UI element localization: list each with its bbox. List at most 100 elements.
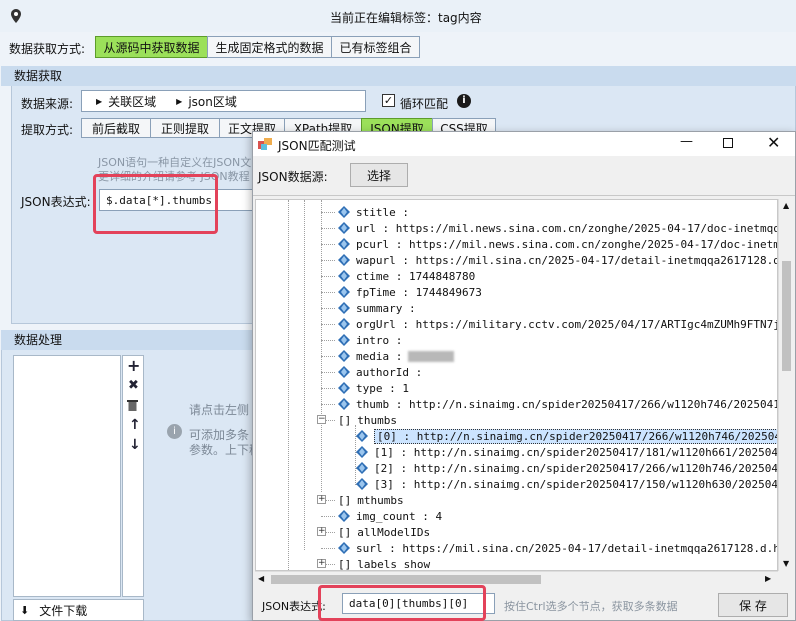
move-up-icon[interactable]: ↑ [129,417,141,433]
scroll-right-icon[interactable]: ▶ [765,574,771,583]
save-button[interactable]: 保 存 [718,593,788,617]
expand-icon[interactable]: + [317,559,326,568]
tab-from-source[interactable]: 从源码中获取数据 [95,36,208,58]
json-expr-label: JSON表达式: [21,195,91,209]
scroll-up-icon[interactable]: ▲ [783,201,789,210]
close-icon[interactable]: ✕ [767,133,780,152]
tab-existing-combo[interactable]: 已有标签组合 [331,36,420,58]
tree-node[interactable]: ctime : 1744848780 [338,268,475,284]
tree-node-text: type : 1 [356,381,409,395]
tree-connector [321,308,335,309]
expand-icon[interactable]: + [317,495,326,504]
tree-vscrollbar[interactable]: ▲ ▼ [778,199,794,571]
array-icon: [] [338,493,352,507]
tree-node[interactable]: surl : https://mil.sina.cn/2025-04-17/de… [338,540,777,556]
dialog-expr-label: JSON表达式: [262,600,326,613]
info-icon[interactable]: i [457,94,471,108]
tree-node[interactable]: thumb : http://n.sinaimg.cn/spider202504… [338,396,777,412]
tree-node-text: img_count : 4 [356,509,443,523]
tree-connector [321,260,335,261]
tree-node[interactable]: img_count : 4 [338,508,442,524]
crumb-json-area[interactable]: json区域 [188,93,237,110]
choose-button[interactable]: 选择 [350,163,408,187]
tree-node-text: wapurl : https://mil.sina.cn/2025-04-17/… [356,253,778,267]
value-node-icon [338,510,350,522]
json-tree[interactable]: stitle : url : https://mil.news.sina.com.… [255,199,778,571]
tree-connector [321,356,335,357]
tree-node[interactable]: summary : [338,300,416,316]
dialog-title: JSON匹配测试 [278,139,356,153]
location-pin-icon [11,9,21,23]
tree-node[interactable]: [] mthumbs [338,492,404,508]
dialog-hint: 按住Ctrl选多个节点，获取多条数据 [504,600,678,613]
minimize-icon[interactable]: — [680,134,693,149]
trash-icon[interactable] [127,399,138,411]
crumb-related-area[interactable]: 关联区域 [108,93,156,110]
tree-node[interactable]: wapurl : https://mil.sina.cn/2025-04-17/… [338,252,778,268]
tree-node[interactable]: [1] : http://n.sinaimg.cn/spider20250417… [356,444,777,460]
tree-node[interactable]: stitle : [338,204,409,220]
tree-connector [321,340,335,341]
fetch-mode-label: 数据获取方式: [9,42,86,56]
value-node-icon [338,382,350,394]
tree-connector [321,324,335,325]
hscroll-thumb[interactable] [271,575,541,584]
dialog-divider [253,195,795,196]
array-icon: [] [338,413,352,427]
tree-node-text: authorId : [356,365,423,379]
tree-connector [321,276,335,277]
collapse-icon[interactable]: − [317,415,326,424]
tree-node[interactable]: orgUrl : https://military.cctv.com/2025/… [338,316,777,332]
crumb-arrow-icon: ▶ [176,96,183,106]
loop-match-checkbox[interactable]: ✓ [382,94,395,107]
tree-node-text: mthumbs [357,493,404,507]
value-node-icon [338,238,350,250]
value-node-icon [338,334,350,346]
scroll-down-icon[interactable]: ▼ [783,559,789,568]
scroll-thumb[interactable] [782,261,791,371]
value-node-icon [338,398,350,410]
tree-node[interactable]: [3] : http://n.sinaimg.cn/spider20250417… [356,476,777,492]
tree-node[interactable]: authorId : [338,364,422,380]
process-list[interactable] [13,355,121,597]
array-icon: [] [338,525,352,539]
tree-guide [288,200,289,570]
tree-node[interactable]: [0] : http://n.sinaimg.cn/spider20250417… [356,428,777,444]
download-bar[interactable]: ⬇ 文件下载 [13,599,144,621]
tree-node[interactable]: pcurl : https://mil.news.sina.com.cn/zon… [338,236,777,252]
tree-node[interactable]: [] allModelIDs [338,524,430,540]
scroll-left-icon[interactable]: ◀ [258,574,264,583]
tree-node[interactable]: [] labels_show [338,556,430,571]
tab-method-prefix-suffix[interactable]: 前后截取 [81,118,151,138]
tree-node[interactable]: intro : [338,332,402,348]
move-down-icon[interactable]: ↓ [129,437,141,453]
tree-node[interactable]: media : [338,348,455,364]
tab-generate-fixed[interactable]: 生成固定格式的数据 [207,36,332,58]
expand-icon[interactable]: + [317,527,326,536]
value-node-icon [356,478,368,490]
value-node-icon [338,206,350,218]
tree-node[interactable]: [] thumbs [338,412,397,428]
dialog-titlebar[interactable]: JSON匹配测试 — ✕ [253,132,795,156]
tree-node[interactable]: fpTime : 1744849673 [338,284,482,300]
tab-method-regex[interactable]: 正则提取 [150,118,220,138]
maximize-icon[interactable] [723,138,733,148]
value-node-icon [338,318,350,330]
tree-node[interactable]: url : https://mil.news.sina.com.cn/zongh… [338,220,777,236]
tree-node-text: thumb : http://n.sinaimg.cn/spider202504… [356,397,777,411]
crumb-arrow-icon: ▶ [96,96,103,106]
source-label: 数据来源: [21,97,74,111]
tree-node[interactable]: type : 1 [338,380,409,396]
tree-node-text: pcurl : https://mil.news.sina.com.cn/zon… [356,237,777,251]
tree-node[interactable]: [2] : http://n.sinaimg.cn/spider20250417… [356,460,777,476]
dialog-expr-highlight [318,585,486,621]
json-expr-highlight [93,174,218,234]
tree-connector [321,212,335,213]
value-node-icon [338,366,350,378]
tree-connector [321,548,335,549]
delete-icon[interactable]: ✖ [128,378,139,393]
tree-node-text: intro : [356,333,403,347]
add-icon[interactable]: + [127,356,140,375]
source-breadcrumb[interactable]: ▶ 关联区域 ▶ json区域 [81,90,366,112]
value-node-icon [338,254,350,266]
